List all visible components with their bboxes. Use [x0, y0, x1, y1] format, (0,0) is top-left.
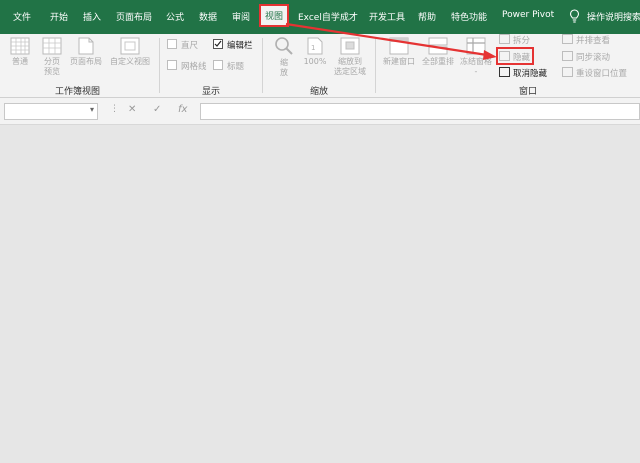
- insert-function-icon[interactable]: fx: [178, 104, 187, 115]
- workbook-area[interactable]: [0, 125, 640, 463]
- chevron-down-icon[interactable]: ▾: [90, 105, 94, 114]
- enter-icon[interactable]: ✓: [153, 104, 161, 115]
- cancel-icon[interactable]: ✕: [128, 104, 136, 115]
- formula-input[interactable]: [200, 103, 640, 120]
- name-box[interactable]: ▾: [4, 103, 98, 120]
- formula-bar-more-icon: ⋮: [110, 104, 119, 114]
